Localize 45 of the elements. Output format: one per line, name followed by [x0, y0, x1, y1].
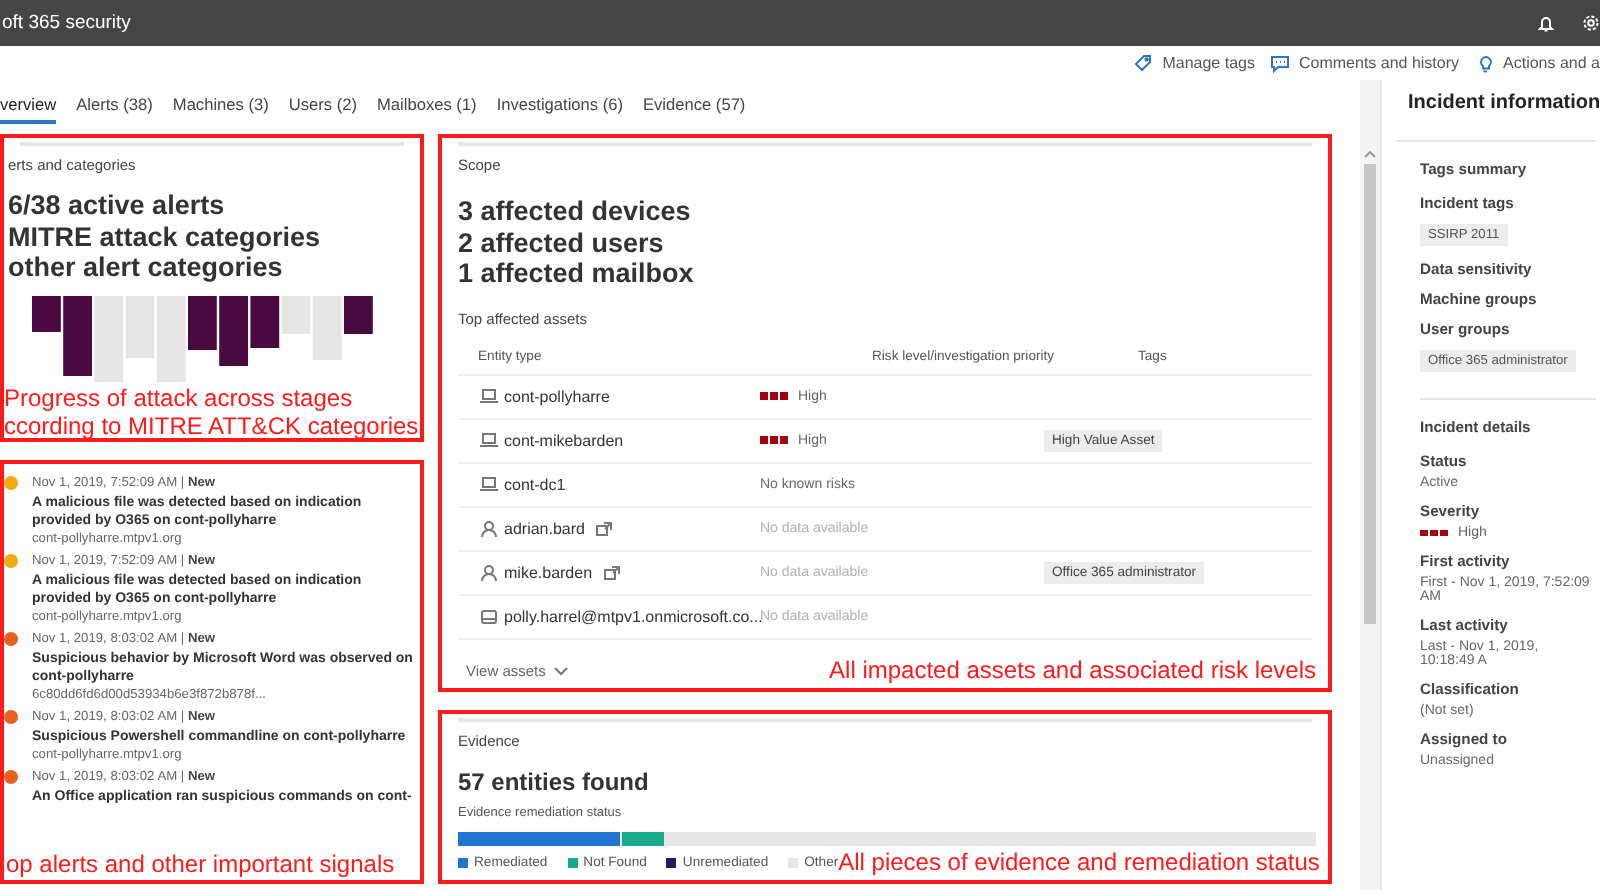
stat-text: other alert categories — [8, 252, 285, 283]
app-title: oft 365 security — [2, 12, 133, 34]
asset-name[interactable]: cont-pollyharre — [504, 387, 610, 405]
panel-title: Incident information — [1408, 92, 1600, 114]
asset-name[interactable]: adrian.bard — [504, 519, 585, 537]
tag-icon — [1134, 53, 1155, 73]
chevron-down-icon — [553, 665, 568, 675]
tab[interactable]: Mailboxes (1) — [377, 80, 477, 124]
tab[interactable]: Investigations (6) — [496, 80, 623, 124]
header-action-link[interactable]: Comments and history — [1270, 53, 1460, 73]
asset-name[interactable]: cont-dc1 — [504, 475, 566, 493]
popout-icon — [604, 565, 621, 579]
tab[interactable]: Evidence (57) — [643, 80, 746, 124]
asset-name[interactable]: mike.barden — [504, 563, 593, 581]
annotation-text: Progress of attack across stages ccording to MITRE ATT&CK categories — [4, 383, 420, 438]
annotation-text: op alerts and other important signals — [4, 850, 397, 878]
laptop-icon — [480, 387, 498, 405]
asset-name[interactable]: polly.harrel@mtpv1.onmicrosoft.co... — [504, 607, 763, 625]
popout-icon — [596, 521, 613, 535]
stat-text: 1 affected mailbox — [458, 258, 696, 289]
tab[interactable]: Machines (3) — [172, 80, 269, 124]
settings-icon — [1582, 14, 1600, 32]
stat-text: MITRE attack categories — [8, 221, 323, 252]
speech-bubble-icon — [1270, 53, 1291, 73]
scroll-up-icon — [1364, 150, 1376, 158]
tab[interactable]: verview — [0, 80, 57, 124]
stat-text: 6/38 active alerts — [8, 190, 227, 221]
stat-text: 3 affected devices — [458, 196, 693, 227]
tab[interactable]: Alerts (38) — [76, 80, 153, 124]
scrollbar[interactable] — [1364, 150, 1376, 624]
laptop-icon — [480, 431, 498, 449]
tab[interactable]: Users (2) — [288, 80, 357, 124]
entity-count: 57 entities found — [458, 768, 651, 799]
lightbulb-icon — [1475, 53, 1496, 73]
laptop-icon — [480, 475, 498, 493]
mail-tray-icon — [480, 607, 498, 625]
stat-text: 2 affected users — [458, 227, 666, 258]
header-action-link[interactable]: Actions and a — [1475, 53, 1600, 73]
annotation-text: All impacted assets and associated risk levels — [829, 656, 1316, 684]
person-icon — [480, 519, 498, 537]
annotation-text: All pieces of evidence and remediation status — [838, 847, 1320, 875]
header-action-link[interactable]: Manage tags — [1134, 53, 1255, 73]
person-icon — [480, 563, 498, 581]
asset-name[interactable]: cont-mikebarden — [504, 431, 624, 449]
notification-bell-icon — [1538, 14, 1554, 32]
